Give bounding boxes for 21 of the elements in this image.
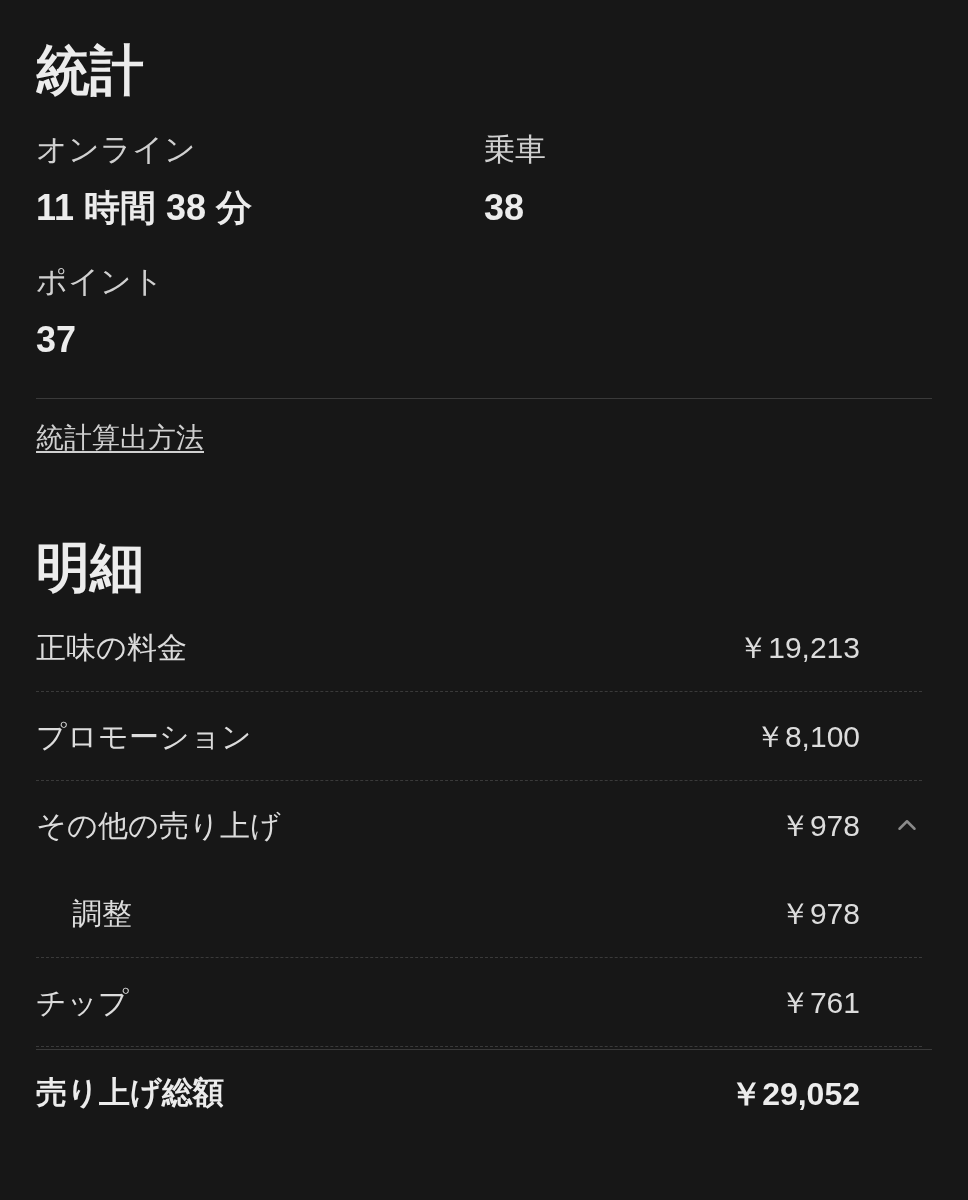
line-item-label: 正味の料金 — [36, 629, 188, 666]
stats-method-link[interactable]: 統計算出方法 — [36, 422, 204, 453]
line-item-label: チップ — [36, 984, 130, 1021]
stat-label: オンライン — [36, 131, 197, 169]
section-title: 明細 — [36, 536, 145, 599]
line-item-amount: ￥978 — [778, 807, 860, 844]
stat-label: ポイント — [36, 263, 165, 301]
line-item-amount: ￥761 — [778, 984, 860, 1021]
line-item-label: プロモーション — [36, 718, 253, 755]
stat-value: 38 — [484, 186, 526, 230]
stat-label: 乗車 — [484, 131, 547, 169]
line-item-label: 調整 — [72, 895, 133, 932]
line-item-amount: ￥19,213 — [737, 629, 860, 666]
line-item-amount: ￥978 — [779, 895, 860, 932]
section-title: 統計 — [36, 39, 145, 102]
line-item-amount: ￥8,100 — [753, 718, 860, 755]
stat-value: 11 時間 38 分 — [36, 186, 254, 230]
total-amount: ￥29,052 — [730, 1074, 860, 1114]
stat-value: 37 — [36, 318, 78, 362]
line-item-label: その他の売り上げ — [36, 807, 282, 844]
total-label: 売り上げ総額 — [36, 1074, 225, 1113]
